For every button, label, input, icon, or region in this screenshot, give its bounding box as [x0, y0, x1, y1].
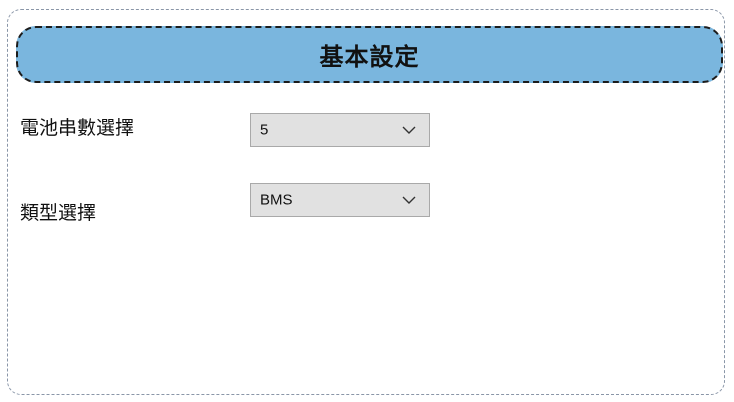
section-title: 基本設定 [319, 42, 420, 71]
battery-series-count-value: 5 [260, 121, 269, 139]
chevron-down-icon [402, 126, 416, 134]
chevron-down-icon [402, 196, 416, 204]
type-select-value: BMS [260, 191, 293, 209]
battery-series-count-label: 電池串數選擇 [20, 117, 135, 139]
battery-series-count-select[interactable]: 5 [250, 113, 430, 147]
type-select[interactable]: BMS [250, 183, 430, 217]
section-header: 基本設定 [16, 26, 723, 83]
type-select-label: 類型選擇 [20, 202, 97, 224]
